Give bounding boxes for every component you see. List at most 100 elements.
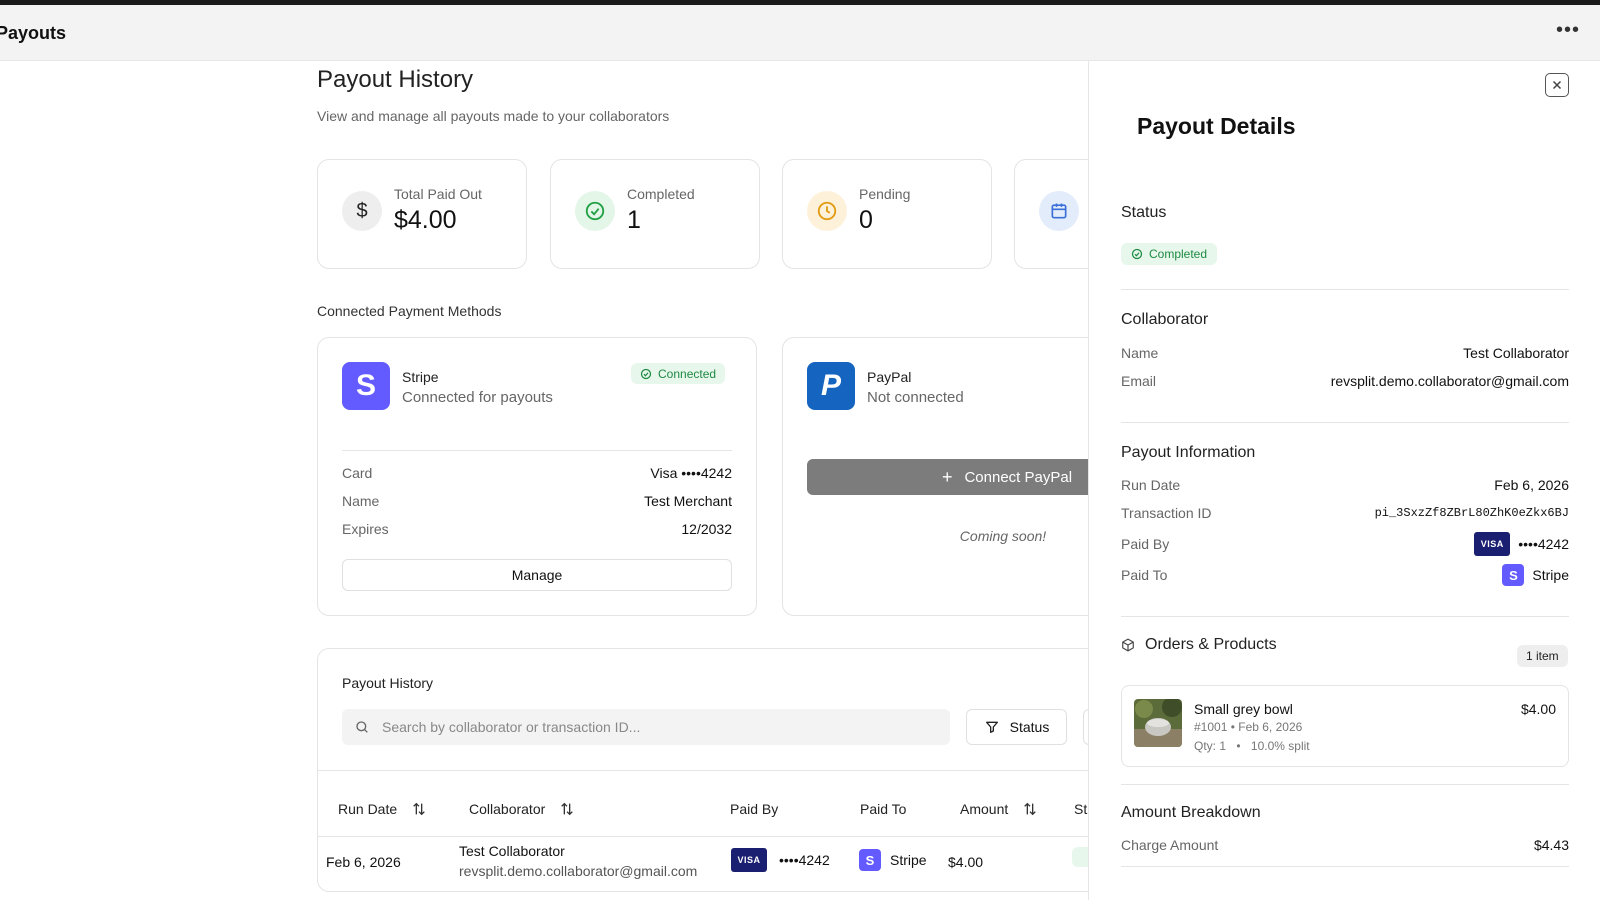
order-price: $4.00 (1520, 701, 1556, 717)
page-title: Payout History (317, 66, 474, 93)
visa-card-icon: VISA (1474, 532, 1511, 556)
page-subtitle: View and manage all payouts made to your… (317, 108, 670, 124)
divider (1121, 422, 1569, 423)
divider (1121, 784, 1569, 785)
divider (1121, 289, 1569, 290)
col-paid-by: Paid By (730, 801, 778, 817)
col-run-date-label: Run Date (338, 801, 398, 817)
row-run-date: Feb 6, 2026 (326, 854, 401, 870)
completed-badge-label: Completed (1149, 247, 1208, 261)
search-box[interactable] (342, 709, 950, 745)
manage-button[interactable]: Manage (342, 559, 732, 591)
search-input[interactable] (382, 719, 942, 735)
stripe-icon: S (859, 849, 881, 871)
transaction-id-value: pi_3SxzZf8ZBrL80ZhK0eZkx6BJ (1374, 506, 1569, 520)
label: Paid By (1121, 536, 1170, 552)
orders-heading: Orders & Products (1121, 636, 1277, 654)
sort-icon (561, 802, 574, 816)
charge-amount-row: Charge Amount $4.43 (1121, 834, 1569, 856)
connect-paypal-label: Connect PayPal (964, 468, 1073, 486)
col-amount[interactable]: Amount (960, 801, 1038, 817)
card-value: Visa ••••4242 (650, 465, 732, 481)
payment-methods-heading: Connected Payment Methods (317, 303, 502, 319)
col-status-label: St (1074, 801, 1088, 817)
transaction-id-row: Transaction ID pi_3SxzZf8ZBrL80ZhK0eZkx6… (1121, 502, 1569, 524)
stat-label: Completed (627, 186, 695, 202)
charge-amount-value: $4.43 (1533, 837, 1569, 853)
sort-icon (1024, 802, 1037, 816)
app-title: Payouts (0, 23, 67, 43)
col-run-date[interactable]: Run Date (338, 801, 427, 817)
plus-icon: + (941, 466, 953, 487)
label: Run Date (1121, 477, 1181, 493)
stripe-icon: S (1502, 564, 1525, 586)
col-status: St (1074, 801, 1087, 817)
order-qty: Qty: 1 (1194, 739, 1227, 753)
sort-icon (413, 802, 425, 816)
label: Email (1121, 373, 1157, 389)
expires-label: Expires (342, 521, 389, 537)
app-header: Payouts ••• (0, 5, 1600, 61)
table-divider (318, 770, 1116, 771)
order-item-card[interactable]: Small grey bowl #1001 • Feb 6, 2026 Qty:… (1121, 685, 1569, 767)
check-circle-icon (575, 191, 615, 231)
filter-icon (985, 721, 998, 733)
expires-row: Expires 12/2032 (342, 521, 732, 541)
collaborator-name-row: Name Test Collaborator (1121, 342, 1569, 364)
card-label: Card (342, 465, 373, 481)
paypal-status-text: Not connected (867, 389, 964, 406)
col-collaborator[interactable]: Collaborator (469, 801, 575, 817)
stripe-logo-icon: S (342, 362, 390, 410)
clock-icon (807, 191, 847, 231)
paid-to-value: S Stripe (1502, 564, 1569, 586)
package-icon (1122, 638, 1134, 652)
ellipsis-icon[interactable]: ••• (1556, 19, 1580, 42)
payout-details-panel: Payout Details Status Completed Collabor… (1088, 61, 1600, 900)
col-amount-label: Amount (960, 801, 1009, 817)
stripe-method-card: S Stripe Connected for payouts Connected… (317, 337, 757, 616)
paid-to-row: Paid To S Stripe (1121, 561, 1569, 589)
status-filter-button[interactable]: Status (966, 709, 1067, 745)
order-product-name: Small grey bowl (1194, 701, 1293, 717)
stat-value: $4.00 (394, 206, 457, 234)
col-paid-to: Paid To (860, 801, 906, 817)
collaborator-email-row: Email revsplit.demo.collaborator@gmail.c… (1121, 370, 1569, 392)
order-qty-split: Qty: 1 • 10.0% split (1194, 739, 1310, 753)
collaborator-email: revsplit.demo.collaborator@gmail.com (1330, 373, 1569, 389)
table-divider (318, 836, 1116, 837)
stat-card-total-paid: $ Total Paid Out $4.00 (317, 159, 527, 269)
visa-card-icon: VISA (731, 848, 767, 872)
paid-to-label: Stripe (1532, 567, 1569, 583)
calendar-icon (1039, 191, 1079, 231)
name-value: Test Merchant (644, 493, 732, 509)
card-row: Card Visa ••••4242 (342, 465, 732, 485)
stripe-name: Stripe (402, 369, 439, 385)
close-panel-button[interactable] (1545, 73, 1569, 97)
connected-badge-label: Connected (658, 366, 717, 381)
label: Name (1121, 345, 1159, 361)
orders-count-badge: 1 item (1517, 645, 1568, 667)
stat-label: Pending (859, 186, 911, 202)
paid-by-value: VISA ••••4242 (1474, 532, 1569, 556)
paypal-name: PayPal (867, 369, 912, 385)
row-collaborator-name: Test Collaborator (459, 843, 565, 859)
status-filter-label: Status (1009, 719, 1050, 735)
divider (1121, 866, 1569, 867)
check-circle-icon (1131, 248, 1143, 260)
search-icon (356, 721, 368, 733)
stat-card-completed: Completed 1 (550, 159, 760, 269)
order-meta: #1001 • Feb 6, 2026 (1194, 720, 1303, 734)
connected-badge: Connected (631, 363, 726, 384)
history-title: Payout History (342, 675, 434, 691)
paypal-logo-icon: P (807, 362, 855, 410)
row-paid-to: S Stripe (859, 849, 927, 871)
row-collaborator-email: revsplit.demo.collaborator@gmail.com (459, 863, 698, 879)
payout-history-card: Payout History Status Run Date Collabora… (317, 648, 1143, 892)
collaborator-heading: Collaborator (1121, 311, 1209, 328)
stat-card-pending: Pending 0 (782, 159, 992, 269)
stripe-status-text: Connected for payouts (402, 389, 553, 406)
row-card-last4: ••••4242 (779, 852, 830, 868)
stat-value: 0 (859, 206, 873, 234)
check-circle-icon (640, 368, 652, 379)
run-date-value: Feb 6, 2026 (1494, 477, 1569, 493)
